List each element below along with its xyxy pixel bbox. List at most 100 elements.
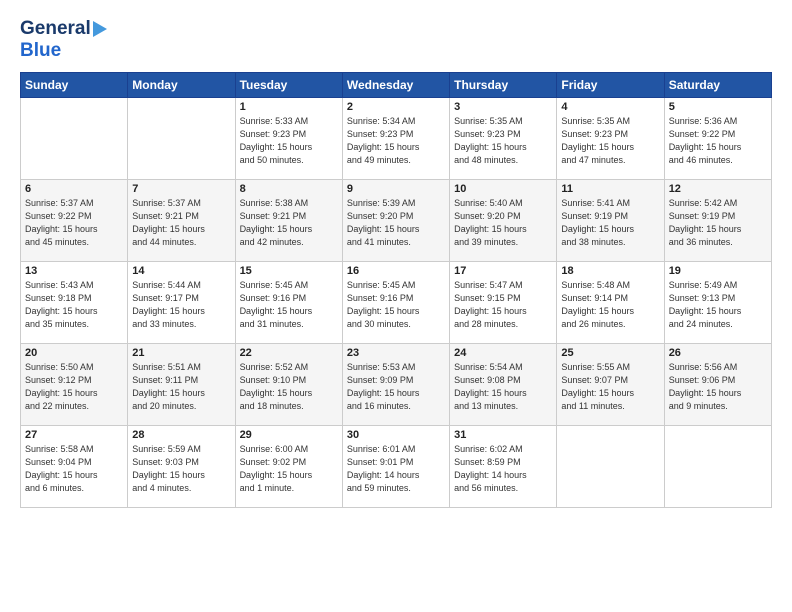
calendar-cell: 14 Sunrise: 5:44 AM Sunset: 9:17 PM Dayli… [128,262,235,344]
calendar-cell: 24 Sunrise: 5:54 AM Sunset: 9:08 PM Dayli… [450,344,557,426]
day-number: 24 [454,347,552,359]
calendar-cell [21,98,128,180]
weekday-header-saturday: Saturday [664,73,771,98]
weekday-header-row: SundayMondayTuesdayWednesdayThursdayFrid… [21,73,772,98]
calendar-cell: 27 Sunrise: 5:58 AM Sunset: 9:04 PM Dayli… [21,426,128,508]
day-info: Sunrise: 5:43 AM Sunset: 9:18 PM Dayligh… [25,279,123,331]
day-number: 12 [669,183,767,195]
day-number: 19 [669,265,767,277]
day-info: Sunrise: 5:55 AM Sunset: 9:07 PM Dayligh… [561,361,659,413]
day-info: Sunrise: 5:44 AM Sunset: 9:17 PM Dayligh… [132,279,230,331]
calendar-cell [128,98,235,180]
day-number: 7 [132,183,230,195]
week-row-2: 6Sunrise: 5:37 AM Sunset: 9:22 PM Daylig… [21,180,772,262]
calendar-cell: 7 Sunrise: 5:37 AM Sunset: 9:21 PM Daylig… [128,180,235,262]
day-number: 21 [132,347,230,359]
day-info: Sunrise: 5:47 AM Sunset: 9:15 PM Dayligh… [454,279,552,331]
day-number: 11 [561,183,659,195]
calendar-cell: 29 Sunrise: 6:00 AM Sunset: 9:02 PM Dayli… [235,426,342,508]
day-info: Sunrise: 6:00 AM Sunset: 9:02 PM Dayligh… [240,443,338,495]
day-number: 4 [561,101,659,113]
calendar-cell: 6Sunrise: 5:37 AM Sunset: 9:22 PM Daylig… [21,180,128,262]
calendar-cell: 15 Sunrise: 5:45 AM Sunset: 9:16 PM Dayli… [235,262,342,344]
calendar-cell: 17 Sunrise: 5:47 AM Sunset: 9:15 PM Dayli… [450,262,557,344]
calendar-cell: 25Sunrise: 5:55 AM Sunset: 9:07 PM Dayli… [557,344,664,426]
logo: General Blue [20,18,109,62]
weekday-header-sunday: Sunday [21,73,128,98]
calendar-cell: 21 Sunrise: 5:51 AM Sunset: 9:11 PM Dayli… [128,344,235,426]
day-number: 17 [454,265,552,277]
calendar-cell: 1Sunrise: 5:33 AM Sunset: 9:23 PM Daylig… [235,98,342,180]
day-info: Sunrise: 5:51 AM Sunset: 9:11 PM Dayligh… [132,361,230,413]
day-number: 9 [347,183,445,195]
day-info: Sunrise: 5:59 AM Sunset: 9:03 PM Dayligh… [132,443,230,495]
day-info: Sunrise: 5:41 AM Sunset: 9:19 PM Dayligh… [561,197,659,249]
day-info: Sunrise: 5:38 AM Sunset: 9:21 PM Dayligh… [240,197,338,249]
weekday-header-monday: Monday [128,73,235,98]
calendar-cell: 10Sunrise: 5:40 AM Sunset: 9:20 PM Dayli… [450,180,557,262]
calendar-cell: 31Sunrise: 6:02 AM Sunset: 8:59 PM Dayli… [450,426,557,508]
day-number: 2 [347,101,445,113]
day-info: Sunrise: 5:39 AM Sunset: 9:20 PM Dayligh… [347,197,445,249]
calendar-cell: 13 Sunrise: 5:43 AM Sunset: 9:18 PM Dayli… [21,262,128,344]
day-info: Sunrise: 5:45 AM Sunset: 9:16 PM Dayligh… [240,279,338,331]
day-info: Sunrise: 5:50 AM Sunset: 9:12 PM Dayligh… [25,361,123,413]
day-info: Sunrise: 5:35 AM Sunset: 9:23 PM Dayligh… [454,115,552,167]
calendar-cell: 26 Sunrise: 5:56 AM Sunset: 9:06 PM Dayli… [664,344,771,426]
day-info: Sunrise: 5:48 AM Sunset: 9:14 PM Dayligh… [561,279,659,331]
calendar-cell: 20Sunrise: 5:50 AM Sunset: 9:12 PM Dayli… [21,344,128,426]
day-info: Sunrise: 5:52 AM Sunset: 9:10 PM Dayligh… [240,361,338,413]
day-info: Sunrise: 5:35 AM Sunset: 9:23 PM Dayligh… [561,115,659,167]
header: General Blue [20,18,772,62]
calendar-cell: 30 Sunrise: 6:01 AM Sunset: 9:01 PM Dayli… [342,426,449,508]
calendar-cell [557,426,664,508]
day-info: Sunrise: 6:01 AM Sunset: 9:01 PM Dayligh… [347,443,445,495]
day-info: Sunrise: 5:56 AM Sunset: 9:06 PM Dayligh… [669,361,767,413]
day-number: 8 [240,183,338,195]
day-number: 30 [347,429,445,441]
day-number: 29 [240,429,338,441]
calendar-cell [664,426,771,508]
day-number: 14 [132,265,230,277]
day-info: Sunrise: 5:36 AM Sunset: 9:22 PM Dayligh… [669,115,767,167]
day-number: 31 [454,429,552,441]
page: General Blue SundayMondayTuesdayWednesda… [0,0,792,612]
logo-general: General [20,18,91,40]
calendar-cell: 12Sunrise: 5:42 AM Sunset: 9:19 PM Dayli… [664,180,771,262]
calendar-cell: 2 Sunrise: 5:34 AM Sunset: 9:23 PM Daylig… [342,98,449,180]
day-number: 22 [240,347,338,359]
calendar-cell: 11 Sunrise: 5:41 AM Sunset: 9:19 PM Dayli… [557,180,664,262]
day-number: 23 [347,347,445,359]
day-info: Sunrise: 5:37 AM Sunset: 9:21 PM Dayligh… [132,197,230,249]
calendar-cell: 16 Sunrise: 5:45 AM Sunset: 9:16 PM Dayli… [342,262,449,344]
day-info: Sunrise: 5:34 AM Sunset: 9:23 PM Dayligh… [347,115,445,167]
day-number: 27 [25,429,123,441]
day-number: 15 [240,265,338,277]
day-info: Sunrise: 5:45 AM Sunset: 9:16 PM Dayligh… [347,279,445,331]
calendar: SundayMondayTuesdayWednesdayThursdayFrid… [20,72,772,508]
week-row-5: 27 Sunrise: 5:58 AM Sunset: 9:04 PM Dayli… [21,426,772,508]
day-number: 28 [132,429,230,441]
week-row-1: 1Sunrise: 5:33 AM Sunset: 9:23 PM Daylig… [21,98,772,180]
logo-blue: Blue [20,40,61,61]
weekday-header-wednesday: Wednesday [342,73,449,98]
calendar-cell: 19 Sunrise: 5:49 AM Sunset: 9:13 PM Dayli… [664,262,771,344]
day-number: 26 [669,347,767,359]
day-number: 13 [25,265,123,277]
day-number: 3 [454,101,552,113]
calendar-cell: 3 Sunrise: 5:35 AM Sunset: 9:23 PM Daylig… [450,98,557,180]
day-info: Sunrise: 5:49 AM Sunset: 9:13 PM Dayligh… [669,279,767,331]
day-info: Sunrise: 5:40 AM Sunset: 9:20 PM Dayligh… [454,197,552,249]
calendar-cell: 9 Sunrise: 5:39 AM Sunset: 9:20 PM Daylig… [342,180,449,262]
day-info: Sunrise: 5:33 AM Sunset: 9:23 PM Dayligh… [240,115,338,167]
calendar-cell: 23 Sunrise: 5:53 AM Sunset: 9:09 PM Dayli… [342,344,449,426]
day-number: 16 [347,265,445,277]
calendar-cell: 8 Sunrise: 5:38 AM Sunset: 9:21 PM Daylig… [235,180,342,262]
day-info: Sunrise: 5:54 AM Sunset: 9:08 PM Dayligh… [454,361,552,413]
day-info: Sunrise: 5:58 AM Sunset: 9:04 PM Dayligh… [25,443,123,495]
week-row-3: 13 Sunrise: 5:43 AM Sunset: 9:18 PM Dayli… [21,262,772,344]
calendar-cell: 18Sunrise: 5:48 AM Sunset: 9:14 PM Dayli… [557,262,664,344]
day-number: 6 [25,183,123,195]
weekday-header-thursday: Thursday [450,73,557,98]
day-info: Sunrise: 5:53 AM Sunset: 9:09 PM Dayligh… [347,361,445,413]
